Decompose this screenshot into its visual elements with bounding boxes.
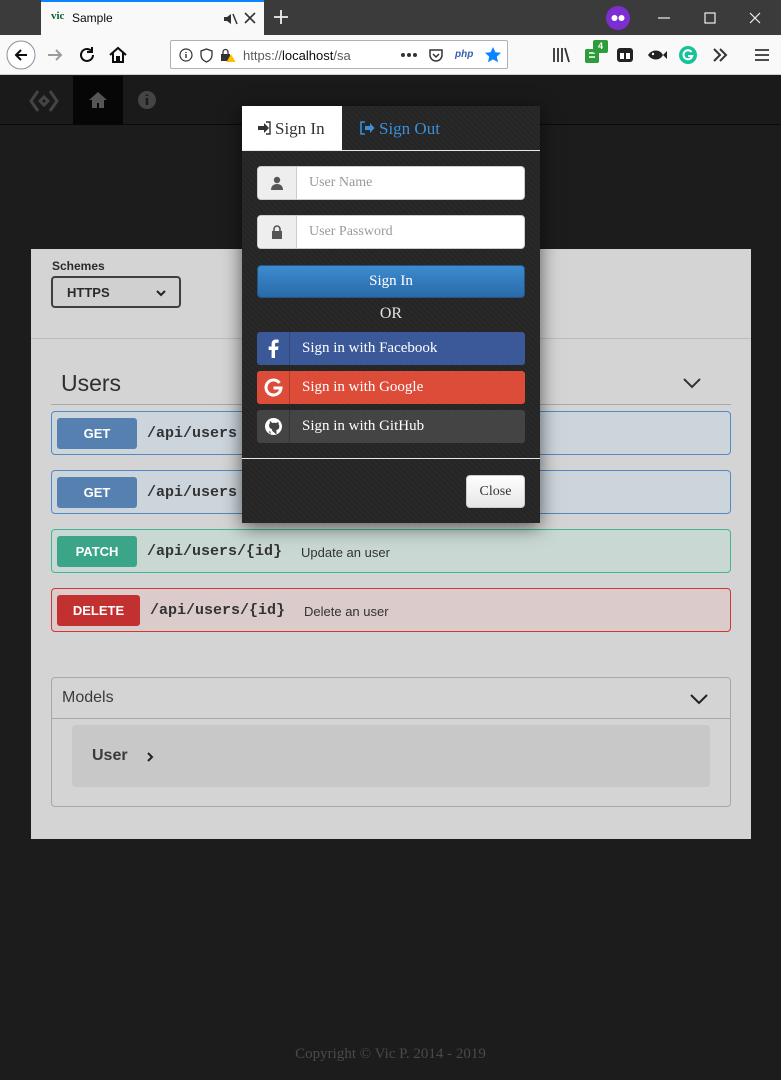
pocket-icon[interactable] <box>428 47 444 63</box>
models-section: Models User <box>51 677 731 807</box>
nav-home[interactable] <box>73 76 123 125</box>
browser-nav-bar: https://localhost/sa php 4 <box>0 35 781 75</box>
operation-delete-user[interactable]: DELETE /api/users/{id} Delete an user <box>51 588 731 632</box>
divider <box>52 718 730 719</box>
model-name: User <box>92 747 128 764</box>
operation-patch-user[interactable]: PATCH /api/users/{id} Update an user <box>51 529 731 573</box>
social-icon-box <box>257 332 290 365</box>
google-sign-in-button[interactable]: Sign in with Google <box>257 371 525 404</box>
social-icon-box <box>257 371 290 404</box>
social-icon-box <box>257 410 290 443</box>
schemes-label: Schemes <box>52 259 105 273</box>
username-field <box>257 166 525 200</box>
php-extension-icon[interactable]: php <box>455 49 473 60</box>
operation-path: /api/users/{id} <box>147 543 283 560</box>
operation-summary: Update an user <box>301 545 390 560</box>
browser-tab[interactable]: vic Sample <box>41 0 264 35</box>
user-icon <box>271 176 283 190</box>
tab-sign-out-label: Sign Out <box>379 119 440 138</box>
tab-favicon-icon: vic <box>51 10 65 22</box>
sign-in-modal: Sign In Sign Out Sign In OR Sign <box>242 106 540 523</box>
operation-path: /api/users/{id} <box>150 602 286 619</box>
lock-warning-icon[interactable] <box>220 48 236 63</box>
divider <box>242 150 540 151</box>
github-icon <box>265 418 282 435</box>
footer-copyright: Copyright © Vic P. 2014 - 2019 <box>295 1046 486 1062</box>
private-mask-icon[interactable] <box>606 6 630 30</box>
divider <box>242 458 540 459</box>
lock-icon <box>272 225 282 239</box>
logo-icon[interactable] <box>28 88 60 114</box>
chevron-down-icon[interactable] <box>681 372 703 394</box>
overflow-icon[interactable] <box>708 43 732 67</box>
method-badge: PATCH <box>57 536 137 567</box>
password-input[interactable] <box>298 216 524 248</box>
grammarly-icon[interactable] <box>676 43 700 67</box>
github-sign-in-button[interactable]: Sign in with GitHub <box>257 410 525 443</box>
google-icon <box>264 378 283 397</box>
or-separator: OR <box>379 305 403 322</box>
input-addon <box>258 167 297 199</box>
model-user[interactable]: User <box>72 725 710 787</box>
url-text[interactable]: https://localhost/sa <box>243 48 365 63</box>
library-icon[interactable] <box>550 43 574 67</box>
password-field <box>257 215 525 249</box>
page-info-icon[interactable] <box>179 48 193 62</box>
minimize-icon[interactable] <box>656 10 672 26</box>
method-badge: DELETE <box>57 595 140 626</box>
operation-path: /api/users <box>147 425 238 442</box>
home-icon[interactable] <box>106 43 130 67</box>
method-badge: GET <box>57 418 137 449</box>
home-icon <box>89 92 107 108</box>
github-button-label: Sign in with GitHub <box>302 418 425 434</box>
maximize-icon[interactable] <box>702 10 718 26</box>
back-icon[interactable] <box>6 40 36 70</box>
models-title[interactable]: Models <box>62 689 114 707</box>
tab-sign-in-label: Sign In <box>275 119 325 138</box>
tiles-extension-icon[interactable] <box>613 43 637 67</box>
menu-icon[interactable] <box>750 43 774 67</box>
sign-in-button[interactable]: Sign In <box>257 265 525 298</box>
tab-sign-in[interactable]: Sign In <box>242 106 342 151</box>
section-title-users[interactable]: Users <box>61 370 121 397</box>
browser-tab-bar: vic Sample <box>0 0 781 35</box>
window-close-icon[interactable] <box>747 10 763 26</box>
close-button[interactable]: Close <box>466 475 525 508</box>
operation-path: /api/users <box>147 484 238 501</box>
tab-sign-out[interactable]: Sign Out <box>342 106 472 151</box>
fish-extension-icon[interactable] <box>645 43 669 67</box>
reload-icon[interactable] <box>75 43 99 67</box>
more-icon[interactable] <box>400 52 418 58</box>
chevron-right-icon <box>147 752 154 762</box>
method-badge: GET <box>57 477 137 508</box>
schemes-select[interactable]: HTTPS <box>51 276 181 308</box>
username-input[interactable] <box>298 167 524 199</box>
mute-icon[interactable] <box>222 11 238 27</box>
input-addon <box>258 216 297 248</box>
google-button-label: Sign in with Google <box>302 379 424 395</box>
schemes-value: HTTPS <box>67 285 110 300</box>
info-icon[interactable] <box>136 89 158 111</box>
bookmark-star-icon[interactable] <box>484 46 502 64</box>
extension-badge: 4 <box>593 40 608 53</box>
operation-summary: Delete an user <box>304 604 389 619</box>
new-tab-icon[interactable] <box>272 8 290 26</box>
close-tab-icon[interactable] <box>243 11 257 25</box>
url-bar[interactable]: https://localhost/sa php <box>170 40 508 69</box>
tab-title: Sample <box>72 11 113 25</box>
chevron-down-icon[interactable] <box>688 688 710 710</box>
facebook-sign-in-button[interactable]: Sign in with Facebook <box>257 332 525 365</box>
facebook-button-label: Sign in with Facebook <box>302 340 438 356</box>
sign-in-icon <box>258 121 271 135</box>
forward-icon[interactable] <box>43 43 67 67</box>
shield-icon[interactable] <box>200 48 213 63</box>
chevron-down-icon <box>156 290 166 297</box>
sign-out-icon <box>360 121 375 135</box>
facebook-icon <box>268 339 279 358</box>
